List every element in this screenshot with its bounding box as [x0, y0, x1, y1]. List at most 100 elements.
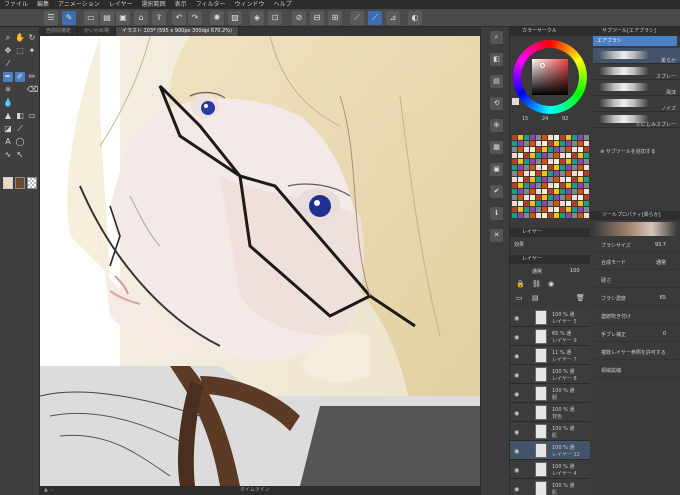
eyedropper-icon[interactable]: ⁄: [3, 59, 13, 69]
lock-icon[interactable]: 🔒: [516, 280, 525, 288]
decoration-icon[interactable]: ✳: [3, 85, 13, 95]
color-swatch[interactable]: [560, 201, 565, 206]
color-swatch[interactable]: [560, 135, 565, 140]
color-swatch[interactable]: [524, 201, 529, 206]
menu-window[interactable]: ウィンドウ: [235, 0, 265, 9]
color-swatch[interactable]: [560, 207, 565, 212]
color-swatch[interactable]: [554, 153, 559, 158]
rotate-icon[interactable]: ↻: [27, 33, 37, 43]
visibility-eye-icon[interactable]: ◉: [514, 391, 519, 398]
color-swatch[interactable]: [518, 195, 523, 200]
color-swatch[interactable]: [548, 171, 553, 176]
snap-icon[interactable]: ⊞: [328, 11, 342, 25]
color-swatch[interactable]: [560, 171, 565, 176]
menu-edit[interactable]: 編集: [37, 0, 49, 9]
material-icon[interactable]: ◧: [490, 53, 503, 66]
color-swatch[interactable]: [578, 141, 583, 146]
zoom-icon[interactable]: ⌕: [3, 33, 13, 43]
color-swatch[interactable]: [524, 165, 529, 170]
color-swatch[interactable]: [542, 135, 547, 140]
color-swatch[interactable]: [554, 195, 559, 200]
color-swatch[interactable]: [518, 171, 523, 176]
color-swatch[interactable]: [548, 183, 553, 188]
subtool-group-tab[interactable]: エアブラシ: [593, 36, 677, 46]
color-swatch[interactable]: [512, 147, 517, 152]
folder-icon[interactable]: ⌂: [134, 11, 148, 25]
color-swatch[interactable]: [584, 171, 589, 176]
magic-wand-icon[interactable]: ✦: [27, 46, 37, 56]
color-swatch[interactable]: [536, 153, 541, 158]
layer-row[interactable]: ◉ 65 % 通レイヤー 9: [510, 327, 590, 346]
menu-file[interactable]: ファイル: [4, 0, 28, 9]
color-swatch[interactable]: [512, 159, 517, 164]
color-swatch[interactable]: [566, 183, 571, 188]
color-swatch[interactable]: [554, 159, 559, 164]
subtool-item[interactable]: ノイズ: [593, 96, 680, 112]
color-swatch[interactable]: [530, 189, 535, 194]
color-swatch[interactable]: [578, 159, 583, 164]
color-swatch[interactable]: [548, 213, 553, 218]
visibility-eye-icon[interactable]: ◉: [514, 467, 519, 474]
color-swatch[interactable]: [524, 213, 529, 218]
color-swatch[interactable]: [518, 147, 523, 152]
color-swatch[interactable]: [536, 189, 541, 194]
color-swatch[interactable]: [560, 159, 565, 164]
layer-row[interactable]: ◉ 100 % 通レイヤー 12: [510, 441, 590, 460]
loading-icon[interactable]: ✺: [210, 11, 224, 25]
open-file-icon[interactable]: ▤: [100, 11, 114, 25]
color-swatch[interactable]: [566, 171, 571, 176]
text-icon[interactable]: A: [3, 137, 13, 147]
color-swatch[interactable]: [518, 189, 523, 194]
brush-size-row[interactable]: ブラシサイズ 93.7: [593, 238, 680, 253]
color-swatch[interactable]: [512, 213, 517, 218]
subtool-item[interactable]: スプレー: [593, 64, 680, 80]
color-swatch[interactable]: [524, 189, 529, 194]
grid-snap-icon[interactable]: ⊿: [386, 11, 400, 25]
color-swatch[interactable]: [542, 141, 547, 146]
color-swatch[interactable]: [542, 213, 547, 218]
color-swatch[interactable]: [554, 183, 559, 188]
color-swatch[interactable]: [542, 189, 547, 194]
color-swatch[interactable]: [578, 201, 583, 206]
color-swatch[interactable]: [512, 195, 517, 200]
tab-doc-2[interactable]: かいかめ場: [78, 27, 117, 36]
color-swatch[interactable]: [584, 177, 589, 182]
visibility-eye-icon[interactable]: ◉: [514, 372, 519, 379]
deselect-icon[interactable]: ⊘: [292, 11, 306, 25]
layer-row[interactable]: ◉ 100 % 通肌: [510, 422, 590, 441]
gradient-icon[interactable]: ◧: [15, 111, 25, 121]
new-file-icon[interactable]: ▭: [84, 11, 98, 25]
color-swatch[interactable]: [560, 141, 565, 146]
new-layer-icon[interactable]: ▭: [516, 294, 523, 302]
color-swatch[interactable]: [530, 207, 535, 212]
sub-color-swatch[interactable]: [15, 177, 25, 189]
subtool-item[interactable]: 柔らか: [593, 48, 680, 64]
color-swatch[interactable]: [512, 171, 517, 176]
airbrush-icon[interactable]: ✐: [15, 72, 25, 82]
saturation-value-square[interactable]: [532, 59, 568, 95]
color-swatch[interactable]: [542, 159, 547, 164]
color-swatch[interactable]: [542, 153, 547, 158]
layer-row[interactable]: ◉ 100 % 通背色: [510, 403, 590, 422]
color-swatch[interactable]: [554, 165, 559, 170]
layer-blend-mode[interactable]: 通常: [532, 268, 542, 275]
move-icon[interactable]: ✥: [3, 46, 13, 56]
color-swatch[interactable]: [560, 195, 565, 200]
transparent-color-swatch[interactable]: [27, 177, 37, 189]
export-icon[interactable]: ⇪: [152, 11, 166, 25]
item-bank-icon[interactable]: ▣: [490, 163, 503, 176]
color-swatch[interactable]: [560, 147, 565, 152]
color-swatch[interactable]: [584, 141, 589, 146]
fill-icon[interactable]: ◈: [250, 11, 264, 25]
fill-bucket-icon[interactable]: ▲: [3, 111, 13, 121]
color-swatch[interactable]: [530, 213, 535, 218]
color-swatch[interactable]: [518, 165, 523, 170]
color-swatch[interactable]: [542, 201, 547, 206]
color-circle-header[interactable]: カラーサークル: [510, 27, 590, 36]
color-swatch[interactable]: [566, 201, 571, 206]
visibility-eye-icon[interactable]: ◉: [514, 429, 519, 436]
color-swatch[interactable]: [572, 153, 577, 158]
undo-icon[interactable]: ↶: [172, 11, 186, 25]
color-swatch[interactable]: [560, 177, 565, 182]
color-swatch[interactable]: [578, 171, 583, 176]
